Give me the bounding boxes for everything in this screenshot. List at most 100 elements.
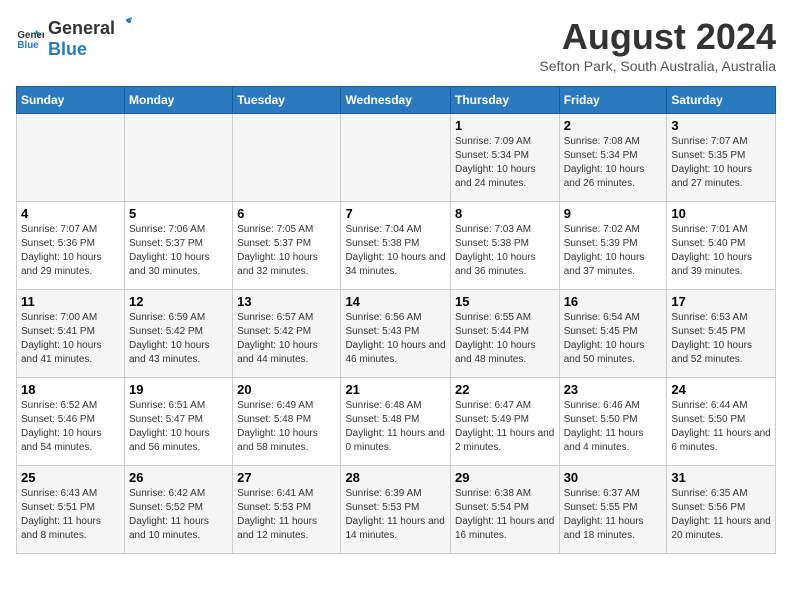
svg-text:Blue: Blue xyxy=(17,40,39,51)
header-saturday: Saturday xyxy=(667,87,776,114)
page-header: General Blue General Blue August 2024 Se… xyxy=(16,16,776,74)
table-row: 8 Sunrise: 7:03 AM Sunset: 5:38 PM Daylig… xyxy=(450,202,559,290)
table-row: 5Sunrise: 7:06 AM Sunset: 5:37 PM Daylig… xyxy=(125,202,233,290)
day-detail: Sunrise: 7:04 AM Sunset: 5:38 PM Dayligh… xyxy=(345,223,446,279)
table-row: 13 Sunrise: 6:57 AM Sunset: 5:42 PM Dayli… xyxy=(233,290,341,378)
calendar-header-row: Sunday Monday Tuesday Wednesday Thursday… xyxy=(17,87,776,114)
day-number: 19 xyxy=(129,382,228,397)
table-row: 7 Sunrise: 7:04 AM Sunset: 5:38 PM Daylig… xyxy=(341,202,451,290)
table-row: 26Sunrise: 6:42 AM Sunset: 5:52 PM Dayli… xyxy=(125,466,233,554)
table-row: 21 Sunrise: 6:48 AM Sunset: 5:48 PM Dayli… xyxy=(341,378,451,466)
day-number: 29 xyxy=(455,470,555,485)
header-sunday: Sunday xyxy=(17,87,125,114)
day-detail: Sunrise: 6:57 AM Sunset: 5:42 PM Dayligh… xyxy=(237,311,336,367)
table-row: 28 Sunrise: 6:39 AM Sunset: 5:53 PM Dayli… xyxy=(341,466,451,554)
table-row: 20 Sunrise: 6:49 AM Sunset: 5:48 PM Dayli… xyxy=(233,378,341,466)
table-row: 12 Sunrise: 6:59 AM Sunset: 5:42 PM Dayli… xyxy=(125,290,233,378)
title-block: August 2024 Sefton Park, South Australia… xyxy=(539,16,776,74)
table-row: 29Sunrise: 6:38 AM Sunset: 5:54 PM Dayli… xyxy=(450,466,559,554)
day-number: 10 xyxy=(671,206,771,221)
day-detail: Sunrise: 6:41 AM Sunset: 5:53 PM Dayligh… xyxy=(237,487,336,543)
day-detail: Sunrise: 7:05 AM Sunset: 5:37 PM Dayligh… xyxy=(237,223,336,279)
day-detail: Sunrise: 7:03 AM Sunset: 5:38 PM Dayligh… xyxy=(455,223,555,279)
day-detail: Sunrise: 6:54 AM Sunset: 5:45 PM Dayligh… xyxy=(564,311,663,367)
day-detail: Sunrise: 7:02 AM Sunset: 5:39 PM Dayligh… xyxy=(564,223,663,279)
day-number: 15 xyxy=(455,294,555,309)
day-detail: Sunrise: 6:44 AM Sunset: 5:50 PM Dayligh… xyxy=(671,399,771,455)
table-row xyxy=(125,114,233,202)
day-number: 22 xyxy=(455,382,555,397)
table-row: 19 Sunrise: 6:51 AM Sunset: 5:47 PM Dayli… xyxy=(125,378,233,466)
day-number: 2 xyxy=(564,118,663,133)
logo: General Blue General Blue xyxy=(16,16,135,60)
day-detail: Sunrise: 6:47 AM Sunset: 5:49 PM Dayligh… xyxy=(455,399,555,455)
day-number: 13 xyxy=(237,294,336,309)
table-row: 22 Sunrise: 6:47 AM Sunset: 5:49 PM Dayli… xyxy=(450,378,559,466)
day-detail: Sunrise: 6:48 AM Sunset: 5:48 PM Dayligh… xyxy=(345,399,446,455)
day-number: 28 xyxy=(345,470,446,485)
day-number: 24 xyxy=(671,382,771,397)
table-row: 3Sunrise: 7:07 AM Sunset: 5:35 PM Daylig… xyxy=(667,114,776,202)
table-row: 14Sunrise: 6:56 AM Sunset: 5:43 PM Dayli… xyxy=(341,290,451,378)
day-detail: Sunrise: 6:35 AM Sunset: 5:56 PM Dayligh… xyxy=(671,487,771,543)
day-detail: Sunrise: 6:55 AM Sunset: 5:44 PM Dayligh… xyxy=(455,311,555,367)
day-number: 1 xyxy=(455,118,555,133)
day-detail: Sunrise: 6:46 AM Sunset: 5:50 PM Dayligh… xyxy=(564,399,663,455)
day-detail: Sunrise: 7:01 AM Sunset: 5:40 PM Dayligh… xyxy=(671,223,771,279)
day-detail: Sunrise: 7:07 AM Sunset: 5:35 PM Dayligh… xyxy=(671,135,771,191)
header-monday: Monday xyxy=(125,87,233,114)
table-row: 15 Sunrise: 6:55 AM Sunset: 5:44 PM Dayli… xyxy=(450,290,559,378)
table-row: 1 Sunrise: 7:09 AM Sunset: 5:34 PM Daylig… xyxy=(450,114,559,202)
header-wednesday: Wednesday xyxy=(341,87,451,114)
day-number: 11 xyxy=(21,294,120,309)
header-friday: Friday xyxy=(559,87,667,114)
calendar-week-row: 25Sunrise: 6:43 AM Sunset: 5:51 PM Dayli… xyxy=(17,466,776,554)
table-row: 25Sunrise: 6:43 AM Sunset: 5:51 PM Dayli… xyxy=(17,466,125,554)
day-number: 9 xyxy=(564,206,663,221)
day-number: 12 xyxy=(129,294,228,309)
table-row: 24 Sunrise: 6:44 AM Sunset: 5:50 PM Dayli… xyxy=(667,378,776,466)
day-detail: Sunrise: 6:49 AM Sunset: 5:48 PM Dayligh… xyxy=(237,399,336,455)
table-row xyxy=(17,114,125,202)
day-number: 7 xyxy=(345,206,446,221)
table-row xyxy=(233,114,341,202)
table-row: 11 Sunrise: 7:00 AM Sunset: 5:41 PM Dayli… xyxy=(17,290,125,378)
calendar-table: Sunday Monday Tuesday Wednesday Thursday… xyxy=(16,86,776,554)
month-year-title: August 2024 xyxy=(539,16,776,58)
day-detail: Sunrise: 6:39 AM Sunset: 5:53 PM Dayligh… xyxy=(345,487,446,543)
table-row: 6Sunrise: 7:05 AM Sunset: 5:37 PM Daylig… xyxy=(233,202,341,290)
day-detail: Sunrise: 7:08 AM Sunset: 5:34 PM Dayligh… xyxy=(564,135,663,191)
table-row: 30 Sunrise: 6:37 AM Sunset: 5:55 PM Dayli… xyxy=(559,466,667,554)
table-row: 16Sunrise: 6:54 AM Sunset: 5:45 PM Dayli… xyxy=(559,290,667,378)
calendar-week-row: 11 Sunrise: 7:00 AM Sunset: 5:41 PM Dayli… xyxy=(17,290,776,378)
day-detail: Sunrise: 6:53 AM Sunset: 5:45 PM Dayligh… xyxy=(671,311,771,367)
table-row xyxy=(341,114,451,202)
day-detail: Sunrise: 7:00 AM Sunset: 5:41 PM Dayligh… xyxy=(21,311,120,367)
day-detail: Sunrise: 6:59 AM Sunset: 5:42 PM Dayligh… xyxy=(129,311,228,367)
calendar-week-row: 4Sunrise: 7:07 AM Sunset: 5:36 PM Daylig… xyxy=(17,202,776,290)
day-number: 4 xyxy=(21,206,120,221)
table-row: 27Sunrise: 6:41 AM Sunset: 5:53 PM Dayli… xyxy=(233,466,341,554)
table-row: 9 Sunrise: 7:02 AM Sunset: 5:39 PM Daylig… xyxy=(559,202,667,290)
day-number: 20 xyxy=(237,382,336,397)
day-number: 21 xyxy=(345,382,446,397)
logo-general-text: General xyxy=(48,18,115,39)
logo-bird-icon xyxy=(116,16,134,34)
day-number: 30 xyxy=(564,470,663,485)
day-detail: Sunrise: 6:52 AM Sunset: 5:46 PM Dayligh… xyxy=(21,399,120,455)
header-tuesday: Tuesday xyxy=(233,87,341,114)
logo-icon: General Blue xyxy=(16,24,44,52)
day-number: 8 xyxy=(455,206,555,221)
day-detail: Sunrise: 6:37 AM Sunset: 5:55 PM Dayligh… xyxy=(564,487,663,543)
table-row: 18 Sunrise: 6:52 AM Sunset: 5:46 PM Dayli… xyxy=(17,378,125,466)
table-row: 2 Sunrise: 7:08 AM Sunset: 5:34 PM Daylig… xyxy=(559,114,667,202)
day-detail: Sunrise: 6:51 AM Sunset: 5:47 PM Dayligh… xyxy=(129,399,228,455)
logo-blue-text: Blue xyxy=(48,39,135,60)
day-detail: Sunrise: 7:09 AM Sunset: 5:34 PM Dayligh… xyxy=(455,135,555,191)
day-number: 18 xyxy=(21,382,120,397)
day-number: 14 xyxy=(345,294,446,309)
table-row: 17Sunrise: 6:53 AM Sunset: 5:45 PM Dayli… xyxy=(667,290,776,378)
day-detail: Sunrise: 6:42 AM Sunset: 5:52 PM Dayligh… xyxy=(129,487,228,543)
table-row: 10 Sunrise: 7:01 AM Sunset: 5:40 PM Dayli… xyxy=(667,202,776,290)
header-thursday: Thursday xyxy=(450,87,559,114)
